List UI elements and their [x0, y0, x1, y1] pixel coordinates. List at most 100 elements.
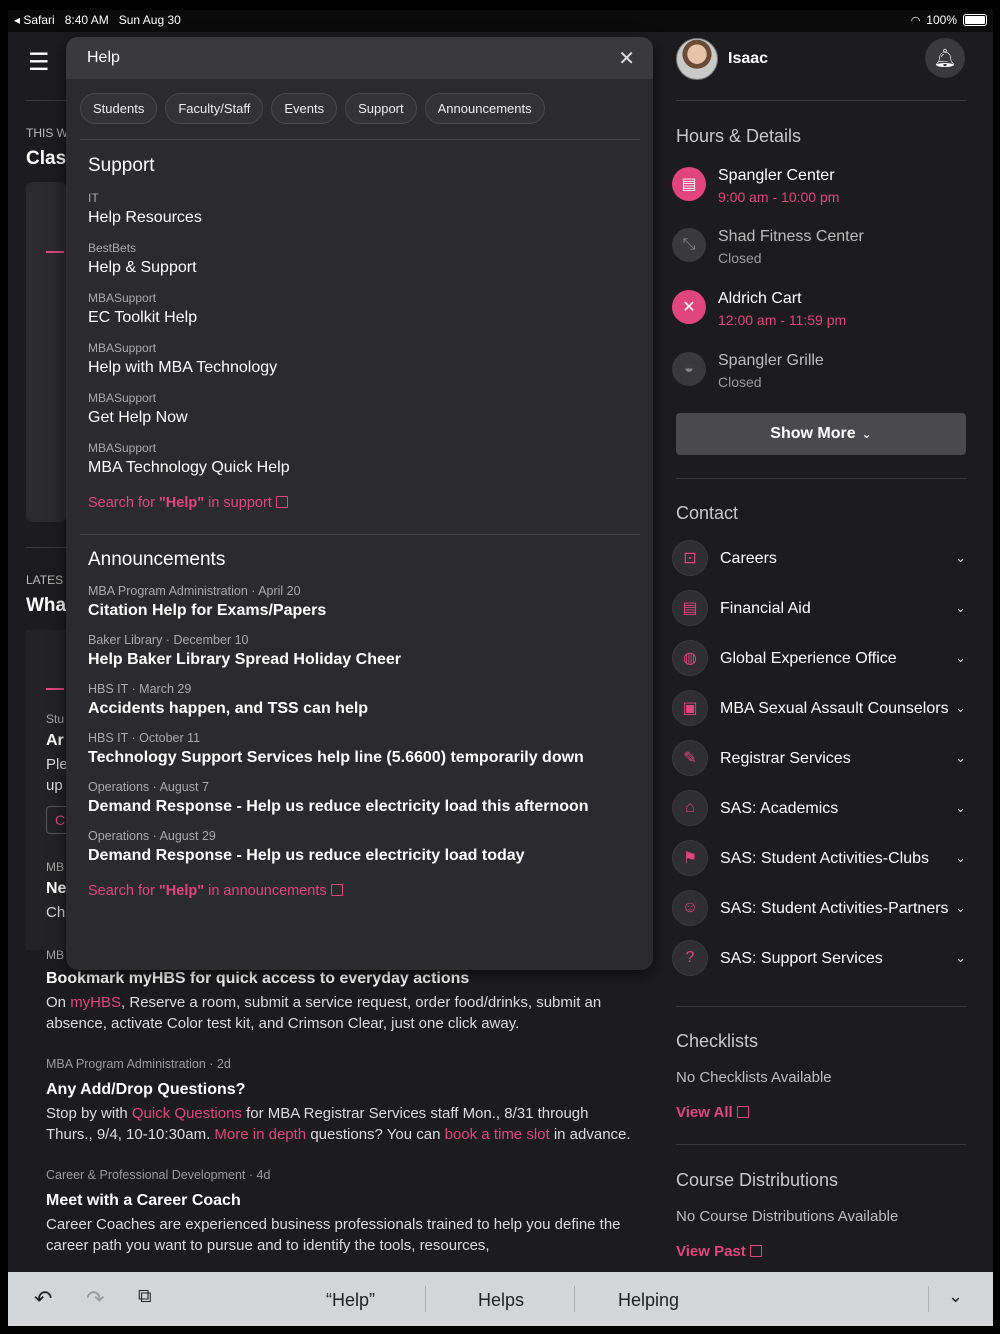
support-result[interactable]: IT Help Resources — [88, 191, 628, 227]
utensils-icon: ✕ — [672, 290, 706, 324]
location-item[interactable]: ⤡ Shad Fitness Center Closed — [672, 228, 864, 266]
location-item[interactable]: ▤ Spangler Center 9:00 am - 10:00 pm — [672, 167, 839, 205]
news-body: Career Coaches are experienced business … — [46, 1216, 621, 1254]
news-title[interactable]: Meet with a Career Coach — [46, 1190, 636, 1211]
avatar[interactable] — [676, 38, 718, 80]
search-input[interactable]: Help — [87, 49, 120, 67]
book-time-slot-link[interactable]: book a time slot — [445, 1126, 550, 1143]
chevron-down-icon[interactable]: ⌄ — [955, 600, 966, 616]
contact-item[interactable]: ▣ MBA Sexual Assault Counselors ⌄ — [672, 690, 972, 726]
hours-title: Hours & Details — [676, 126, 802, 146]
announcement-result[interactable]: HBS IT · October 11 Technology Support Se… — [88, 731, 628, 767]
contact-item[interactable]: ? SAS: Support Services ⌄ — [672, 940, 972, 976]
contact-item[interactable]: ⚑ SAS: Student Activities-Clubs ⌄ — [672, 840, 972, 876]
suggestion-3[interactable]: Helping — [618, 1290, 679, 1311]
external-link-icon — [749, 1245, 762, 1257]
suggestion-1[interactable]: “Help” — [326, 1290, 375, 1311]
show-more-button[interactable]: Show More ⌄ — [676, 413, 966, 455]
announcement-result[interactable]: HBS IT · March 29 Accidents happen, and T… — [88, 682, 628, 718]
divider — [80, 139, 640, 140]
contact-item[interactable]: ◍ Global Experience Office ⌄ — [672, 640, 972, 676]
announcement-result[interactable]: Operations · August 29 Demand Response - … — [88, 829, 628, 865]
chevron-down-icon[interactable]: ⌄ — [955, 800, 966, 816]
class-card[interactable] — [26, 182, 66, 522]
chip-students[interactable]: Students — [80, 93, 158, 124]
register-icon: ✎ — [672, 740, 708, 776]
text-fragment: MB — [46, 860, 64, 874]
chip-support[interactable]: Support — [345, 93, 417, 124]
support-result[interactable]: BestBets Help & Support — [88, 241, 628, 277]
battery-percent: 100% — [926, 13, 957, 27]
external-link-icon — [736, 1106, 749, 1118]
chevron-down-icon[interactable]: ⌄ — [955, 750, 966, 766]
announcement-result[interactable]: Baker Library · December 10 Help Baker Li… — [88, 633, 628, 669]
chevron-down-icon[interactable]: ⌄ — [955, 650, 966, 666]
myhbs-link[interactable]: myHBS — [70, 994, 121, 1011]
section-heading: Announcements — [88, 549, 226, 570]
document-icon: ▤ — [672, 590, 708, 626]
divider — [26, 100, 66, 101]
contact-item[interactable]: ⌂ SAS: Academics ⌄ — [672, 790, 972, 826]
briefcase-icon: ⊡ — [672, 540, 708, 576]
contact-item[interactable]: ✎ Registrar Services ⌄ — [672, 740, 972, 776]
news-title[interactable]: Bookmark myHBS for quick access to every… — [46, 968, 636, 989]
chevron-down-icon[interactable]: ⌄ — [955, 900, 966, 916]
filter-chips: Students Faculty/Staff Events Support An… — [80, 93, 545, 124]
news-meta: Career & Professional Development · 4d — [46, 1168, 271, 1182]
chevron-down-icon[interactable]: ⌄ — [955, 950, 966, 966]
location-item[interactable]: ◒ Spangler Grille Closed — [672, 352, 824, 390]
globe-icon: ◍ — [672, 640, 708, 676]
divider — [676, 1006, 966, 1007]
redo-icon[interactable]: ↷ — [86, 1286, 104, 1312]
search-panel: Help ✕ Students Faculty/Staff Events Sup… — [66, 37, 653, 970]
news-title[interactable]: Any Add/Drop Questions? — [46, 1079, 636, 1100]
paste-icon[interactable]: ⧉ — [138, 1286, 152, 1308]
chip-faculty-staff[interactable]: Faculty/Staff — [165, 93, 264, 124]
bell-icon[interactable]: 🔔︎ — [925, 38, 965, 78]
section-heading: Support — [88, 155, 155, 176]
chip-announcements[interactable]: Announcements — [424, 93, 545, 124]
close-icon[interactable]: ✕ — [618, 46, 635, 71]
support-result[interactable]: MBASupport Get Help Now — [88, 391, 628, 427]
user-profile[interactable]: Isaac — [676, 38, 768, 80]
checklists-empty: No Checklists Available — [676, 1069, 832, 1086]
view-all-link[interactable]: View All — [676, 1104, 749, 1121]
support-result[interactable]: MBASupport EC Toolkit Help — [88, 291, 628, 327]
menu-icon[interactable]: ☰ — [28, 48, 50, 77]
search-in-announcements-link[interactable]: Search for "Help" in announcements — [88, 883, 628, 899]
quick-questions-link[interactable]: Quick Questions — [132, 1105, 242, 1122]
contact-item[interactable]: ☺ SAS: Student Activities-Partners ⌄ — [672, 890, 972, 926]
news-body: Stop by with Quick Questions for MBA Reg… — [46, 1105, 631, 1143]
chip-events[interactable]: Events — [271, 93, 338, 124]
support-result[interactable]: MBASupport Help with MBA Technology — [88, 341, 628, 377]
announcements-section: Announcements MBA Program Administration… — [88, 549, 628, 899]
chevron-down-icon[interactable]: ⌄ — [955, 700, 966, 716]
contact-item[interactable]: ⊡ Careers ⌄ — [672, 540, 972, 576]
accent-line — [46, 688, 64, 690]
app-screen: ◂ Safari 8:40 AM Sun Aug 30 ◠ 100% ☰ THI… — [8, 10, 993, 1326]
back-to-safari[interactable]: ◂ Safari — [14, 13, 55, 27]
location-item[interactable]: ✕ Aldrich Cart 12:00 am - 11:59 pm — [672, 290, 846, 328]
dismiss-keyboard-icon[interactable]: ⌄ — [948, 1286, 963, 1307]
suggestion-2[interactable]: Helps — [478, 1290, 524, 1311]
undo-icon[interactable]: ↶ — [34, 1286, 52, 1312]
announcement-result[interactable]: MBA Program Administration · April 20 Cit… — [88, 584, 628, 620]
search-in-support-link[interactable]: Search for "Help" in support — [88, 495, 628, 511]
help-circle-icon: ? — [672, 940, 708, 976]
accent-line — [46, 251, 64, 253]
dumbbell-icon: ⤡ — [672, 228, 706, 262]
status-bar: ◂ Safari 8:40 AM Sun Aug 30 ◠ 100% — [8, 10, 993, 32]
running-icon: ⚑ — [672, 840, 708, 876]
text-fragment: Ar — [46, 732, 64, 749]
store-icon: ▤ — [672, 167, 706, 201]
chevron-down-icon[interactable]: ⌄ — [955, 850, 966, 866]
view-past-link[interactable]: View Past — [676, 1243, 762, 1260]
more-in-depth-link[interactable]: More in depth — [214, 1126, 306, 1143]
text-fragment: Ne — [46, 880, 67, 897]
section-title: Clas — [26, 148, 67, 169]
contact-item[interactable]: ▤ Financial Aid ⌄ — [672, 590, 972, 626]
chevron-down-icon[interactable]: ⌄ — [955, 550, 966, 566]
support-result[interactable]: MBASupport MBA Technology Quick Help — [88, 441, 628, 477]
text-fragment[interactable]: C — [46, 806, 66, 834]
announcement-result[interactable]: Operations · August 7 Demand Response - H… — [88, 780, 628, 816]
